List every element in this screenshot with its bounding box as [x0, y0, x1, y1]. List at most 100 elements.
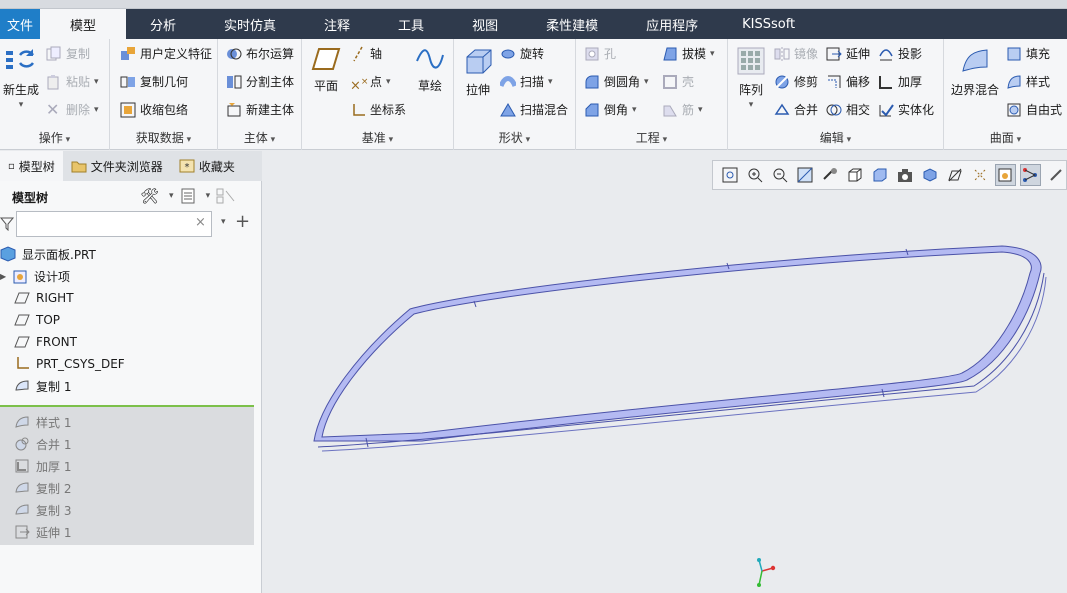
fill-button[interactable]: 填充	[1006, 45, 1050, 62]
project-button[interactable]: 投影	[878, 45, 922, 62]
group-operations: 新生成 ▾ 复制 粘贴 ▾ ✕ 删除 ▾ 操作	[0, 39, 110, 150]
tree-item-thicken-1[interactable]: 加厚 1	[14, 455, 71, 477]
add-filter-icon[interactable]: +	[235, 211, 250, 232]
tree-item-extend-1[interactable]: 延伸 1	[14, 521, 71, 543]
tree-item-front[interactable]: FRONT	[14, 331, 77, 353]
clear-search-icon[interactable]: ×	[195, 215, 206, 230]
freestyle-button[interactable]: 自由式	[1006, 101, 1062, 118]
copy-button[interactable]: 复制	[46, 45, 90, 62]
trim-button[interactable]: 修剪	[774, 73, 818, 90]
filter-icon[interactable]	[0, 217, 14, 231]
split-body-button[interactable]: 分割主体	[226, 73, 294, 90]
delete-button[interactable]: ✕ 删除 ▾	[46, 101, 99, 118]
copy-icon	[46, 46, 61, 60]
tab-model[interactable]: 模型	[40, 9, 126, 39]
extend-icon	[826, 47, 842, 60]
swept-blend-button[interactable]: 扫描混合	[500, 101, 568, 118]
draft-button[interactable]: 拔模 ▾	[662, 45, 715, 62]
regenerate-button[interactable]: 新生成 ▾	[0, 45, 42, 110]
tab-analysis[interactable]: 分析	[126, 9, 200, 39]
paste-icon	[47, 74, 59, 89]
tree-item-merge-1[interactable]: 合并 1	[14, 433, 71, 455]
shell-button[interactable]: 壳	[662, 73, 694, 90]
round-button[interactable]: 倒圆角 ▾	[584, 73, 649, 90]
tree-item-copy-3[interactable]: 复制 3	[14, 499, 71, 521]
datum-plane-button[interactable]: 平面	[308, 47, 344, 94]
rib-button[interactable]: 筋 ▾	[662, 101, 703, 118]
tab-flexible-modeling[interactable]: 柔性建模	[522, 9, 622, 39]
style-button[interactable]: 样式	[1006, 73, 1050, 90]
tab-favorites[interactable]: * 收藏夹	[171, 151, 243, 181]
solidify-button[interactable]: 实体化	[878, 101, 934, 118]
axis-icon	[353, 46, 363, 61]
udf-button[interactable]: 用户定义特征	[120, 45, 212, 62]
revolve-icon	[501, 49, 515, 58]
tree-item-design-items[interactable]: ▶ 设计项	[0, 265, 70, 287]
boundary-blend-button[interactable]: 边界混合	[948, 47, 1002, 98]
paste-button[interactable]: 粘贴 ▾	[46, 73, 99, 90]
sweep-icon	[500, 75, 516, 87]
settings-tools-icon[interactable]: 🛠	[140, 187, 159, 205]
view-orientation-triad	[757, 558, 776, 587]
swept-blend-icon	[500, 102, 516, 116]
pattern-icon	[737, 47, 765, 75]
tree-item-top[interactable]: TOP	[14, 309, 60, 331]
settings-dropdown-icon[interactable]: ▾	[169, 191, 174, 201]
coordinate-system-button[interactable]: 坐标系	[350, 101, 406, 118]
delete-icon: ✕	[46, 99, 60, 119]
tab-view[interactable]: 视图	[448, 9, 522, 39]
datum-axis-button[interactable]: 轴	[350, 45, 382, 62]
tree-item-csys[interactable]: PRT_CSYS_DEF	[14, 353, 125, 375]
model-tree-tab-icon: ▫	[8, 160, 15, 172]
group-label-body: 主体	[218, 129, 301, 146]
tab-model-tree[interactable]: ▫ 模型树	[0, 151, 63, 181]
tab-kisssoft[interactable]: KISSsoft	[722, 9, 815, 39]
revolve-button[interactable]: 旋转	[500, 45, 544, 62]
tree-filters-icon[interactable]	[180, 188, 196, 204]
search-dropdown-icon[interactable]: ▾	[221, 217, 226, 227]
group-label-datum: 基准	[302, 129, 453, 146]
tab-file[interactable]: 文件	[0, 9, 40, 39]
tree-columns-icon[interactable]	[216, 188, 236, 204]
tab-live-simulation[interactable]: 实时仿真	[200, 9, 300, 39]
datum-point-button[interactable]: ×× 点 ▾	[350, 73, 391, 93]
expand-arrow-icon[interactable]: ▶	[0, 272, 12, 281]
new-body-icon	[227, 102, 241, 116]
tab-folder-browser[interactable]: 文件夹浏览器	[63, 151, 171, 181]
merge-button[interactable]: 合并	[774, 101, 818, 118]
tree-item-style-1[interactable]: 样式 1	[14, 411, 71, 433]
group-label-engineering: 工程	[576, 129, 727, 146]
tab-annotate[interactable]: 注释	[300, 9, 374, 39]
chamfer-button[interactable]: 倒角 ▾	[584, 101, 637, 118]
tab-applications[interactable]: 应用程序	[622, 9, 722, 39]
graphics-viewport[interactable]	[262, 151, 1067, 593]
tree-item-copy-2[interactable]: 复制 2	[14, 477, 71, 499]
part-icon	[0, 246, 16, 262]
model-frame-geometry[interactable]	[262, 151, 1067, 593]
tree-item-copy-1[interactable]: 复制 1	[14, 375, 71, 397]
tree-item-part[interactable]: 显示面板.PRT	[0, 243, 96, 265]
thicken-button[interactable]: 加厚	[878, 73, 922, 90]
regenerate-label: 新生成	[2, 83, 39, 97]
boolean-button[interactable]: 布尔运算	[226, 45, 294, 62]
extrude-button[interactable]: 拉伸	[460, 47, 496, 98]
copy-surface-icon	[15, 482, 29, 493]
new-body-button[interactable]: 新建主体	[226, 101, 294, 118]
merge-feature-icon	[15, 437, 29, 451]
tree-item-right[interactable]: RIGHT	[14, 287, 74, 309]
copy-geometry-button[interactable]: 复制几何	[120, 73, 188, 90]
mirror-button[interactable]: 镜像	[774, 45, 818, 62]
project-icon	[879, 48, 893, 60]
hole-button[interactable]: 孔	[584, 45, 616, 62]
tree-search-input[interactable]	[16, 211, 212, 237]
sweep-button[interactable]: 扫描 ▾	[500, 73, 553, 90]
sketch-button[interactable]: 草绘	[412, 47, 448, 94]
tree-filters-dropdown-icon[interactable]: ▾	[206, 191, 211, 201]
intersect-button[interactable]: 相交	[826, 101, 870, 118]
pattern-button[interactable]: 阵列 ▾	[734, 47, 768, 110]
extend-button[interactable]: 延伸	[826, 45, 870, 62]
group-surfaces: 边界混合 填充 样式 自由式 曲面	[944, 39, 1067, 150]
offset-button[interactable]: 偏移	[826, 73, 870, 90]
tab-tools[interactable]: 工具	[374, 9, 448, 39]
shrinkwrap-button[interactable]: 收缩包络	[120, 101, 188, 118]
